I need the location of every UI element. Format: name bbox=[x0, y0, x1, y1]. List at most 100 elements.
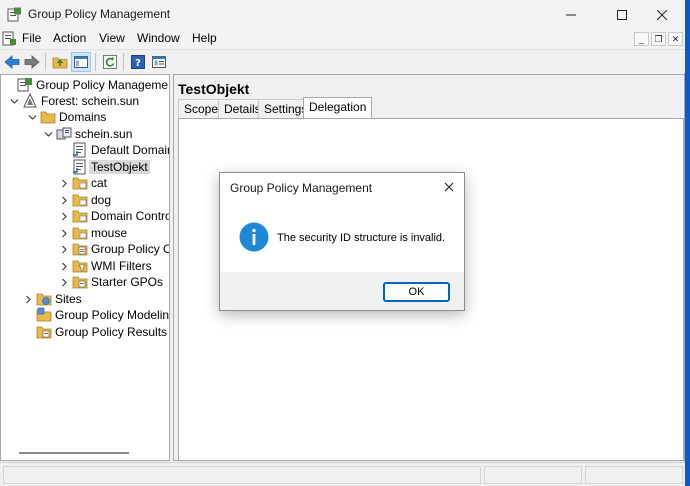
show-hide-tree-button[interactable] bbox=[71, 52, 91, 72]
up-one-level-button[interactable] bbox=[50, 52, 70, 72]
close-icon bbox=[657, 9, 667, 20]
tree-item[interactable]: TestObjekt bbox=[59, 159, 150, 175]
tree-item-label: Group Policy Management bbox=[36, 78, 170, 92]
toolbar-separator bbox=[45, 53, 46, 71]
tree-item[interactable]: Forest: schein.sun bbox=[9, 93, 139, 109]
properties-button[interactable] bbox=[149, 52, 169, 72]
tree-item[interactable]: cat bbox=[59, 175, 107, 191]
folder-icon bbox=[40, 109, 56, 125]
chevron-down-icon[interactable] bbox=[44, 130, 53, 139]
chevron-right-icon[interactable] bbox=[60, 212, 69, 221]
chevron-right-icon[interactable] bbox=[24, 295, 33, 304]
dialog-title: Group Policy Management bbox=[230, 181, 373, 195]
tree-twisty[interactable] bbox=[59, 258, 69, 274]
tree-item[interactable]: Domains bbox=[27, 109, 106, 125]
tree-item[interactable]: Starter GPOs bbox=[59, 274, 163, 290]
tree-twisty[interactable] bbox=[9, 93, 19, 109]
forward-arrow-icon bbox=[24, 55, 40, 69]
tree-twisty[interactable] bbox=[23, 291, 33, 307]
mdi-restore-button[interactable]: ❐ bbox=[651, 32, 666, 46]
dialog-close-button[interactable] bbox=[442, 180, 456, 194]
console-tree: Group Policy Management Forest: schein.su… bbox=[0, 74, 170, 461]
mdi-close-button[interactable]: ✕ bbox=[668, 32, 683, 46]
menu-view[interactable]: View bbox=[99, 31, 125, 45]
chevron-right-icon[interactable] bbox=[60, 278, 69, 287]
minimize-icon bbox=[566, 14, 576, 15]
menu-action[interactable]: Action bbox=[53, 31, 86, 45]
status-segment bbox=[3, 466, 481, 484]
horizontal-scrollbar[interactable] bbox=[19, 452, 129, 454]
status-bar bbox=[0, 462, 685, 486]
chevron-right-icon[interactable] bbox=[60, 229, 69, 238]
tree-item-label: WMI Filters bbox=[91, 259, 152, 273]
tree-item-label: Domains bbox=[59, 110, 107, 124]
tree-item[interactable]: Group Policy Ol bbox=[59, 241, 169, 257]
refresh-icon bbox=[103, 55, 117, 69]
results-icon bbox=[36, 324, 52, 340]
svg-text:?: ? bbox=[135, 58, 141, 69]
tree-twisty[interactable] bbox=[59, 208, 69, 224]
close-window-button[interactable] bbox=[639, 0, 685, 29]
mdi-restore-icon: ❐ bbox=[654, 34, 663, 44]
forward-button[interactable] bbox=[22, 52, 42, 72]
title-bar: Group Policy Management bbox=[0, 0, 685, 29]
tree-twisty[interactable] bbox=[59, 192, 69, 208]
dialog-footer: OK bbox=[220, 272, 464, 310]
ou-folder-icon bbox=[72, 175, 88, 191]
minimize-button[interactable] bbox=[548, 0, 594, 29]
ou-folder-icon bbox=[72, 192, 88, 208]
tree-twisty[interactable] bbox=[59, 175, 69, 191]
tree-item-label: mouse bbox=[91, 226, 128, 240]
message-dialog: Group Policy Management The security ID … bbox=[219, 172, 465, 311]
tree-item[interactable]: dog bbox=[59, 192, 111, 208]
tree-item[interactable]: Group Policy Management bbox=[4, 77, 170, 93]
status-segment bbox=[484, 466, 582, 484]
tree-item[interactable]: mouse bbox=[59, 225, 127, 241]
tree-twisty bbox=[59, 142, 69, 158]
tree-twisty bbox=[59, 159, 69, 175]
mdi-child-icon[interactable] bbox=[2, 31, 17, 46]
tree-item-label: Group Policy Modeling bbox=[55, 308, 170, 322]
tree-item-label: Starter GPOs bbox=[91, 275, 164, 289]
tree-twisty[interactable] bbox=[27, 109, 37, 125]
tree-item[interactable]: Group Policy Modeling bbox=[23, 307, 170, 323]
chevron-down-icon[interactable] bbox=[10, 97, 19, 106]
refresh-button[interactable] bbox=[100, 52, 120, 72]
ou-folder-icon bbox=[72, 208, 88, 224]
tree-item[interactable]: schein.sun bbox=[43, 126, 132, 142]
back-button[interactable] bbox=[2, 52, 22, 72]
tree-item[interactable]: Group Policy Results bbox=[23, 324, 167, 340]
dialog-message: The security ID structure is invalid. bbox=[277, 232, 446, 244]
tree-item[interactable]: WMI Filters bbox=[59, 258, 152, 274]
tree-item-label: TestObjekt bbox=[89, 160, 150, 174]
mdi-minimize-icon: _ bbox=[638, 34, 644, 44]
tree-item-label: Sites bbox=[55, 292, 82, 306]
status-segment bbox=[585, 466, 683, 484]
up-folder-icon bbox=[52, 57, 68, 69]
tree-twisty[interactable] bbox=[59, 274, 69, 290]
page-title: TestObjekt bbox=[178, 81, 250, 97]
gpo-folder-icon bbox=[72, 241, 88, 257]
chevron-right-icon[interactable] bbox=[60, 196, 69, 205]
chevron-right-icon[interactable] bbox=[60, 179, 69, 188]
menu-bar: File Action View Window Help _ ❐ ✕ bbox=[0, 29, 685, 49]
domain-icon bbox=[56, 126, 72, 142]
menu-window[interactable]: Window bbox=[137, 31, 180, 45]
tab-delegation[interactable]: Delegation bbox=[303, 97, 373, 119]
ok-button[interactable]: OK bbox=[383, 282, 450, 302]
tree-item[interactable]: Default Domain bbox=[59, 142, 169, 158]
tree-item[interactable]: Sites bbox=[23, 291, 82, 307]
menu-file[interactable]: File bbox=[22, 31, 41, 45]
tree-item[interactable]: Domain Contro bbox=[59, 208, 169, 224]
forest-icon bbox=[22, 93, 38, 109]
help-button[interactable]: ? bbox=[128, 52, 148, 72]
gpo-link-icon bbox=[72, 159, 88, 175]
chevron-right-icon[interactable] bbox=[60, 245, 69, 254]
mdi-minimize-button[interactable]: _ bbox=[634, 32, 649, 46]
chevron-down-icon[interactable] bbox=[28, 113, 37, 122]
chevron-right-icon[interactable] bbox=[60, 262, 69, 271]
menu-help[interactable]: Help bbox=[192, 31, 217, 45]
tree-twisty[interactable] bbox=[43, 126, 53, 142]
tree-twisty[interactable] bbox=[59, 225, 69, 241]
tree-twisty[interactable] bbox=[59, 241, 69, 257]
